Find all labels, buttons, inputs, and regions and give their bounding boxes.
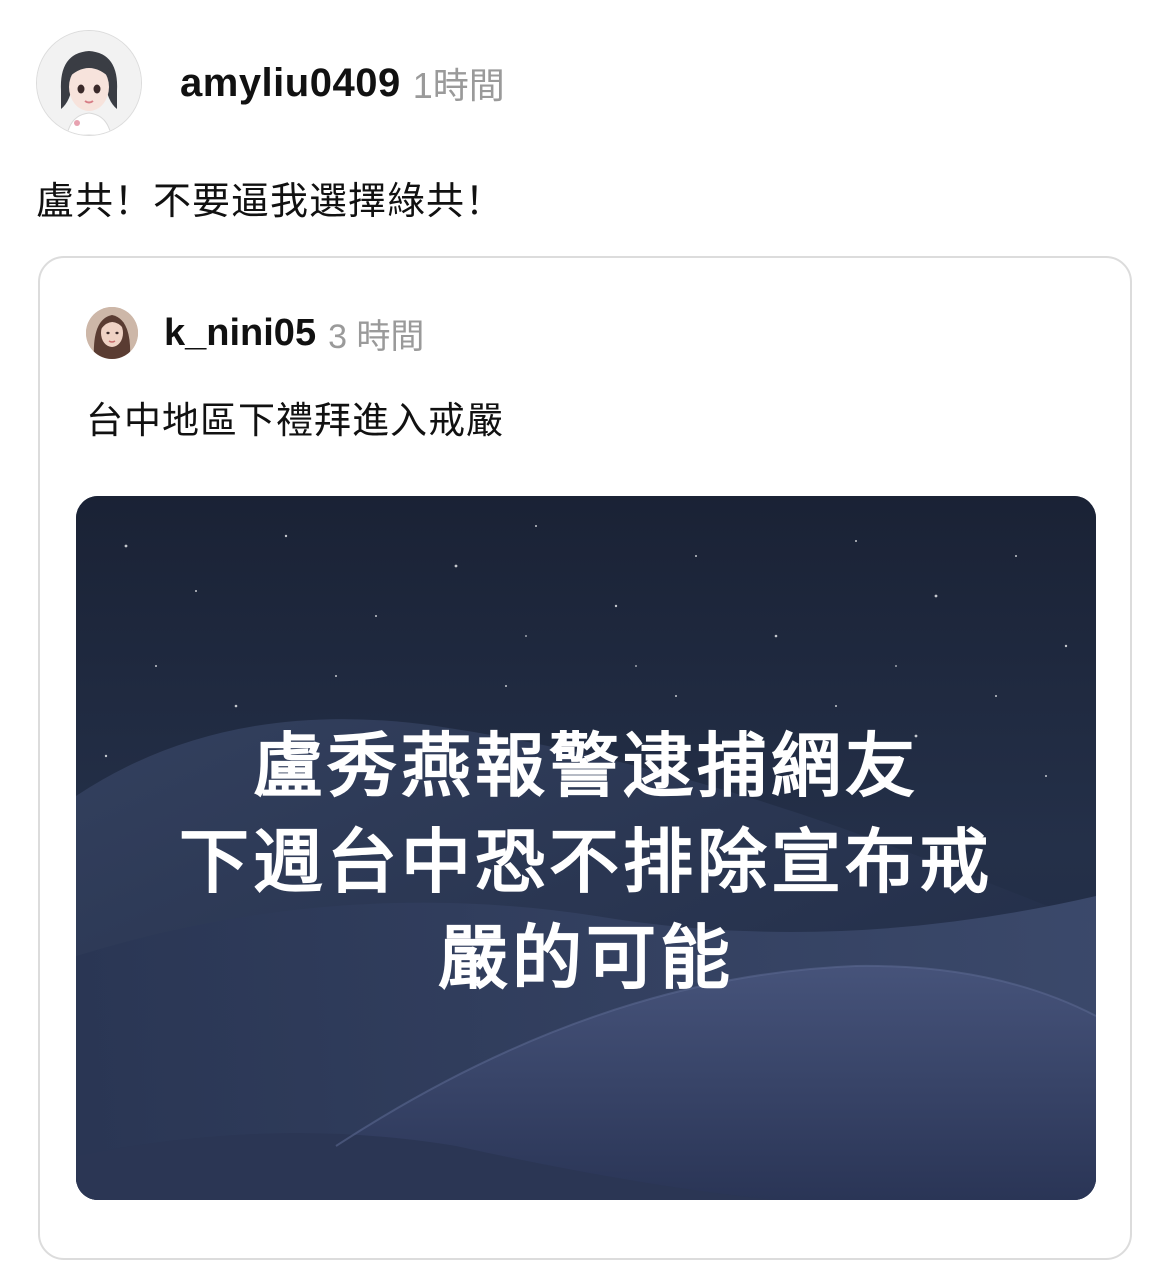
quoted-post-image[interactable]: 盧秀燕報警逮捕網友 下週台中恐不排除宣布戒 嚴的可能 [76,496,1096,1200]
post-text: 盧共！不要逼我選擇綠共！ [36,181,505,223]
headline-line: 下週台中恐不排除宣布戒 [179,823,993,901]
post-author[interactable]: amyliu0409 [180,61,401,106]
quoted-post-timestamp: 3 時間 [328,317,425,356]
quoted-post-text: 台中地區下禮拜進入戒嚴 [86,400,504,441]
post-header: amyliu0409 1時間 [36,30,505,136]
quoted-post-card[interactable]: k_nini05 3 時間 台中地區下禮拜進入戒嚴 盧秀燕報警逮捕網友 下週台中… [38,256,1132,1260]
quoted-post-header: k_nini05 3 時間 [86,306,424,360]
quoted-post-author[interactable]: k_nini05 [164,312,316,355]
anime-girl-avatar-icon[interactable] [36,30,142,136]
headline-line: 嚴的可能 [438,919,734,997]
profile-photo-icon[interactable] [86,307,138,359]
post-timestamp: 1時間 [412,65,505,106]
image-headline: 盧秀燕報警逮捕網友 下週台中恐不排除宣布戒 嚴的可能 [76,718,1096,1006]
headline-line: 盧秀燕報警逮捕網友 [253,727,919,805]
